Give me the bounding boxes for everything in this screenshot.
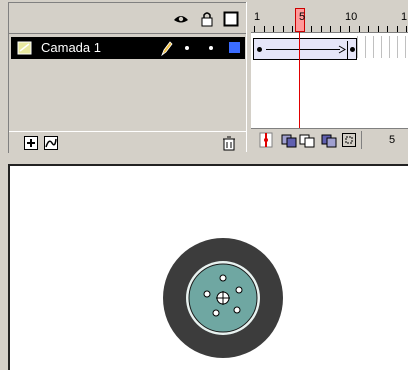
ruler-tick <box>311 26 312 32</box>
layer-color-swatch[interactable] <box>229 42 240 53</box>
ruler-tick <box>406 26 407 32</box>
ruler-tick <box>330 26 331 32</box>
modify-onion-markers-icon[interactable] <box>341 132 357 148</box>
onion-skin-outlines-icon[interactable] <box>299 132 315 148</box>
ruler-tick <box>263 26 265 32</box>
add-guide-layer-icon[interactable] <box>43 135 59 151</box>
timeline-panel: 1 5 10 1 5 <box>251 2 408 152</box>
ruler-tick <box>320 26 322 32</box>
timeline-footer: 5 <box>251 128 408 152</box>
layer-type-icon <box>17 41 32 55</box>
frame-cell[interactable] <box>365 36 366 58</box>
start-keyframe[interactable] <box>257 47 262 52</box>
lug-nut <box>233 306 241 314</box>
lug-nut <box>203 290 211 298</box>
layers-empty-area <box>9 61 247 129</box>
lug-nut <box>235 286 243 294</box>
ruler-tick <box>368 26 369 32</box>
frame-ruler[interactable]: 1 5 10 1 <box>251 2 408 33</box>
footer-separator <box>361 131 362 149</box>
layer-row[interactable]: Camada 1 <box>11 37 245 59</box>
layer-name[interactable]: Camada 1 <box>41 40 101 55</box>
ruler-tick <box>387 26 388 32</box>
ruler-tick <box>282 26 284 32</box>
center-frame-icon[interactable] <box>259 132 273 148</box>
ruler-tick <box>349 26 350 32</box>
motion-tween-span[interactable] <box>253 38 357 60</box>
frame-cell[interactable] <box>389 36 390 58</box>
pencil-icon <box>161 41 173 56</box>
visibility-dot[interactable] <box>185 46 189 50</box>
ruler-tick <box>273 26 274 32</box>
ruler-label: 1 <box>401 11 408 23</box>
stage[interactable] <box>8 164 408 370</box>
ruler-tick <box>358 26 360 32</box>
keyframe-divider <box>347 41 348 59</box>
edit-multiple-frames-icon[interactable] <box>321 132 337 148</box>
lock-dot[interactable] <box>209 46 213 50</box>
lug-nut <box>219 274 227 282</box>
add-layer-icon[interactable] <box>23 135 39 151</box>
frame-cell[interactable] <box>397 36 398 58</box>
ruler-tick <box>396 26 398 32</box>
tween-arrow-line <box>266 49 340 50</box>
ruler-label: 5 <box>299 11 306 23</box>
lock-icon[interactable] <box>199 11 215 27</box>
frame-cell[interactable] <box>373 36 374 58</box>
ruler-tick <box>254 26 255 32</box>
ruler-tick <box>339 26 341 32</box>
eye-icon[interactable] <box>173 11 189 27</box>
current-frame-readout: 5 <box>389 134 396 146</box>
layers-panel: Camada 1 <box>8 2 247 153</box>
lug-nut <box>212 309 220 317</box>
onion-skin-icon[interactable] <box>281 132 297 148</box>
wheel-graphic[interactable] <box>163 238 283 358</box>
layers-footer <box>9 131 247 154</box>
outline-icon[interactable] <box>223 11 239 27</box>
end-keyframe[interactable] <box>350 47 355 52</box>
frame-cell[interactable] <box>405 36 406 58</box>
frame-cell[interactable] <box>357 36 358 58</box>
tween-arrow-icon <box>338 45 346 54</box>
layers-header <box>9 3 247 34</box>
ruler-label: 1 <box>254 11 261 23</box>
frame-cell[interactable] <box>381 36 382 58</box>
ruler-tick <box>377 26 379 32</box>
ruler-tick <box>292 26 293 32</box>
ruler-label: 10 <box>345 11 358 23</box>
trash-icon[interactable] <box>221 135 237 151</box>
